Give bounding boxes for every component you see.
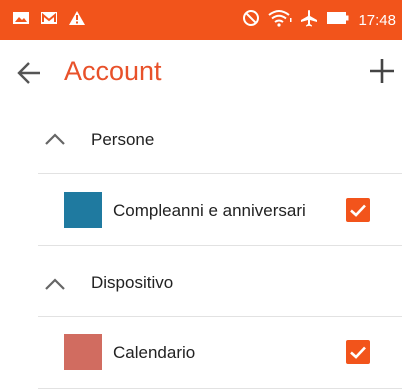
calendar-item-label: Compleanni e anniversari: [113, 201, 306, 220]
group-header-persone[interactable]: Persone: [0, 104, 402, 172]
wifi-icon: [268, 9, 292, 32]
group-header-dispositivo[interactable]: Dispositivo: [0, 246, 402, 314]
calendar-item-label: Calendario: [113, 343, 196, 362]
airplane-mode-icon: [300, 9, 318, 32]
calendar-item-compleanni[interactable]: Compleanni e anniversari: [0, 174, 402, 247]
checkmark-icon: [350, 204, 366, 217]
group-label: Persone: [91, 130, 155, 149]
checkbox-checked[interactable]: [346, 340, 370, 364]
page-title: Account: [64, 56, 162, 86]
status-bar-notifications: [12, 10, 86, 30]
add-icon[interactable]: [368, 57, 396, 85]
checkbox-checked[interactable]: [346, 198, 370, 222]
status-bar-time: 17:48: [358, 11, 396, 29]
gallery-icon: [12, 10, 30, 31]
status-bar: 17:48: [0, 0, 402, 40]
warning-icon: [68, 10, 86, 31]
calendar-item-calendario[interactable]: Calendario: [0, 317, 402, 390]
group-label: Dispositivo: [91, 273, 174, 292]
back-arrow-icon[interactable]: [16, 60, 42, 86]
chevron-up-icon: [44, 277, 66, 291]
app-bar: Account: [0, 40, 402, 104]
mail-icon: [40, 10, 58, 31]
checkmark-icon: [350, 346, 366, 359]
calendar-color-swatch: [64, 334, 102, 370]
calendar-color-swatch: [64, 192, 102, 228]
battery-icon: [326, 11, 350, 30]
do-not-disturb-icon: [242, 9, 260, 32]
status-bar-system: 17:48: [242, 9, 396, 32]
chevron-up-icon: [44, 132, 66, 146]
divider: [38, 388, 402, 389]
